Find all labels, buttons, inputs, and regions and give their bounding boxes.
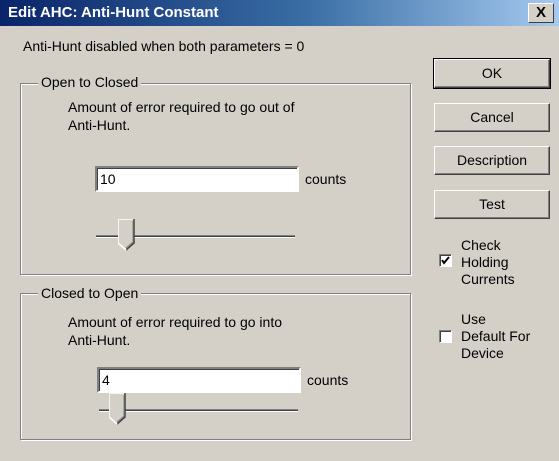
closed-to-open-slider-track[interactable]: [99, 409, 298, 412]
check-holding-label[interactable]: Check Holding Currents: [461, 237, 515, 288]
close-button[interactable]: X: [528, 3, 554, 23]
title-bar[interactable]: Edit AHC: Anti-Hunt Constant X: [0, 0, 559, 26]
closed-to-open-unit-label: counts: [307, 372, 349, 388]
open-to-closed-slider-thumb[interactable]: [118, 219, 135, 251]
check-holding-label-line2: Holding: [461, 254, 509, 270]
open-to-closed-description-line1: Amount of error required to go out of: [68, 99, 295, 115]
open-to-closed-unit-label: counts: [305, 171, 347, 187]
open-to-closed-description-line2: Anti-Hunt.: [68, 117, 131, 133]
closed-to-open-slider-thumb[interactable]: [109, 393, 127, 425]
dialog-window: Edit AHC: Anti-Hunt Constant X Anti-Hunt…: [0, 0, 559, 461]
use-default-label-line3: Device: [461, 345, 504, 361]
check-holding-label-line1: Check: [461, 237, 501, 253]
check-holding-label-line3: Currents: [461, 271, 515, 287]
window-title: Edit AHC: Anti-Hunt Constant: [8, 4, 219, 21]
closed-to-open-group-label: Closed to Open: [38, 285, 142, 301]
open-to-closed-counts-input[interactable]: [95, 166, 299, 192]
close-icon: X: [535, 4, 546, 21]
info-text: Anti-Hunt disabled when both parameters …: [23, 38, 305, 54]
closed-to-open-description-line1: Amount of error required to go into: [68, 314, 283, 330]
test-button[interactable]: Test: [434, 190, 550, 219]
use-default-label-line2: Default For: [461, 328, 531, 344]
checkmark-icon: [441, 256, 450, 265]
description-button[interactable]: Description: [434, 146, 550, 175]
use-default-label-line1: Use: [461, 311, 486, 327]
closed-to-open-description-line2: Anti-Hunt.: [68, 332, 131, 348]
cancel-button[interactable]: Cancel: [434, 103, 550, 132]
use-default-label[interactable]: Use Default For Device: [461, 311, 530, 362]
open-to-closed-group-label: Open to Closed: [38, 74, 142, 90]
closed-to-open-counts-input[interactable]: [97, 367, 301, 393]
check-holding-currents-checkbox[interactable]: [439, 254, 452, 267]
use-default-checkbox[interactable]: [439, 330, 452, 343]
ok-button[interactable]: OK: [433, 58, 551, 89]
